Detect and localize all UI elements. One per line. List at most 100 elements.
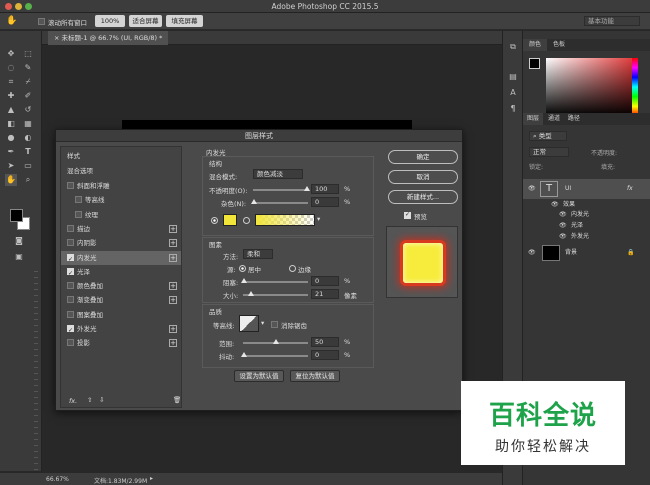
move-up-icon[interactable]: ⇧ (87, 396, 92, 404)
glow-blend-mode-select[interactable]: 颜色减淡 (253, 169, 303, 179)
add-style-icon[interactable]: + (169, 296, 177, 305)
fit-screen-button[interactable]: 适合屏幕 (129, 15, 162, 27)
effect-eye-icon[interactable]: 👁 (559, 209, 567, 220)
opacity-input[interactable]: 100 (311, 184, 339, 194)
choke-input[interactable]: 0 (311, 276, 339, 286)
style-item-checkbox[interactable] (67, 182, 74, 189)
style-item-checkbox[interactable] (67, 267, 74, 281)
properties-panel-icon[interactable]: ▤ (507, 71, 519, 83)
style-item-checkbox[interactable] (67, 310, 74, 318)
eye-icon[interactable]: 👁 (528, 243, 536, 263)
layer-kind-filter[interactable]: ⌕ 类型 (529, 131, 567, 141)
noise-slider[interactable] (253, 202, 308, 204)
effect-eye-icon[interactable]: 👁 (559, 231, 567, 242)
fx-menu-button[interactable]: fx. (69, 397, 77, 405)
tab-paths[interactable]: 路径 (565, 115, 583, 122)
color-picker-field[interactable] (546, 58, 638, 116)
anti-alias-checkbox[interactable] (271, 321, 278, 328)
image-canvas[interactable] (122, 120, 412, 129)
quick-select-icon[interactable]: ✎ (22, 62, 34, 74)
status-arrow-icon[interactable]: ▸ (150, 475, 153, 482)
style-item[interactable]: 投影 + (61, 336, 181, 350)
opacity-slider[interactable] (253, 189, 308, 191)
glow-color-swatch[interactable] (223, 214, 237, 226)
dodge-tool-icon[interactable]: ◐ (22, 132, 34, 144)
style-item[interactable]: 光泽 (61, 265, 181, 281)
tab-close-icon[interactable]: × (54, 34, 62, 42)
preview-checkbox[interactable] (404, 211, 411, 219)
size-input[interactable]: 21 (311, 289, 339, 299)
set-default-button[interactable]: 设置为默认值 (234, 370, 284, 382)
style-item[interactable]: 纹理 (61, 208, 181, 222)
marquee-tool-icon[interactable]: ⬚ (22, 48, 34, 60)
add-style-icon[interactable]: + (169, 253, 177, 262)
noise-input[interactable]: 0 (311, 197, 339, 207)
fx-badge[interactable]: fx (627, 179, 633, 199)
healing-brush-icon[interactable]: ✚ (5, 90, 17, 102)
tab-channels[interactable]: 通道 (545, 115, 563, 122)
ok-button[interactable]: 确定 (388, 150, 458, 164)
style-item[interactable]: 颜色叠加 + (61, 279, 181, 293)
size-slider-knob[interactable] (248, 291, 254, 296)
add-style-icon[interactable]: + (169, 282, 177, 291)
document-tab[interactable]: × 未标题-1 @ 66.7% (UI, RGB/8) * (48, 31, 169, 45)
history-brush-icon[interactable]: ↺ (22, 104, 34, 116)
eye-icon[interactable]: 👁 (528, 179, 536, 199)
add-style-icon[interactable]: + (169, 239, 177, 248)
paragraph-panel-icon[interactable]: ¶ (507, 103, 519, 115)
tab-layers[interactable]: 图层 (523, 113, 544, 125)
method-select[interactable]: 柔和 (243, 249, 273, 259)
noise-slider-knob[interactable] (251, 199, 257, 204)
trash-icon[interactable]: 🗑 (173, 396, 181, 404)
zoom-level[interactable]: 66.67% (46, 476, 69, 483)
history-panel-icon[interactable]: ⧉ (507, 41, 519, 53)
gradient-tool-icon[interactable]: ▦ (22, 118, 34, 130)
character-panel-icon[interactable]: A (507, 87, 519, 99)
style-item[interactable]: 渐变叠加 + (61, 293, 181, 307)
style-item-checkbox[interactable] (75, 196, 82, 204)
effect-row[interactable]: 👁 外发光 (523, 231, 650, 242)
jitter-slider[interactable] (243, 355, 308, 357)
foreground-color-swatch[interactable] (10, 209, 23, 222)
styles-header[interactable]: 样式 (61, 149, 181, 163)
style-item-checkbox[interactable] (67, 324, 74, 338)
add-style-icon[interactable]: + (169, 224, 177, 233)
style-item-checkbox[interactable] (67, 282, 74, 290)
jitter-input[interactable]: 0 (311, 350, 339, 360)
glow-gradient-swatch[interactable] (255, 214, 315, 226)
type-tool-icon[interactable]: T (22, 146, 34, 158)
screen-mode-icon[interactable]: ▣ (13, 251, 25, 263)
choke-slider-knob[interactable] (241, 278, 247, 283)
zoom-100-button[interactable]: 100% (95, 15, 125, 27)
style-item-checkbox[interactable] (67, 339, 74, 347)
blur-tool-icon[interactable]: ● (5, 132, 17, 144)
hue-slider[interactable] (632, 58, 638, 116)
opacity-slider-knob[interactable] (304, 186, 310, 191)
layer-row-background[interactable]: 👁 背景 🔒 (523, 243, 650, 263)
panel-fg-swatch[interactable] (529, 58, 540, 69)
brush-tool-icon[interactable]: ✐ (22, 90, 34, 102)
eyedropper-icon[interactable]: ⌿ (22, 76, 34, 88)
source-edge-radio[interactable] (289, 265, 296, 272)
range-slider-knob[interactable] (273, 339, 279, 344)
shape-tool-icon[interactable]: ▭ (22, 160, 34, 172)
effect-row[interactable]: 👁 光泽 (523, 220, 650, 231)
jitter-slider-knob[interactable] (241, 352, 247, 357)
scroll-all-checkbox[interactable] (38, 18, 45, 25)
zoom-tool-icon[interactable]: ⌕ (22, 174, 34, 186)
blend-mode-select[interactable]: 正常 (529, 147, 569, 157)
source-center-radio[interactable] (239, 265, 246, 272)
quick-mask-icon[interactable]: ◙ (13, 235, 25, 247)
blend-options-item[interactable]: 混合选项 (61, 164, 181, 178)
style-item[interactable]: 斜面和浮雕 (61, 179, 181, 193)
crop-tool-icon[interactable]: ⌗ (5, 76, 17, 88)
hand-tool-icon[interactable]: ✋ (6, 16, 17, 26)
range-input[interactable]: 50 (311, 337, 339, 347)
effect-row[interactable]: 👁 内发光 (523, 209, 650, 220)
reset-default-button[interactable]: 复位为默认值 (290, 370, 340, 382)
gradient-dropdown-icon[interactable]: ▾ (317, 215, 320, 223)
cancel-button[interactable]: 取消 (388, 170, 458, 184)
effect-eye-icon[interactable]: 👁 (559, 220, 567, 231)
tab-color[interactable]: 颜色 (523, 39, 548, 51)
style-item-checkbox[interactable] (67, 224, 74, 232)
